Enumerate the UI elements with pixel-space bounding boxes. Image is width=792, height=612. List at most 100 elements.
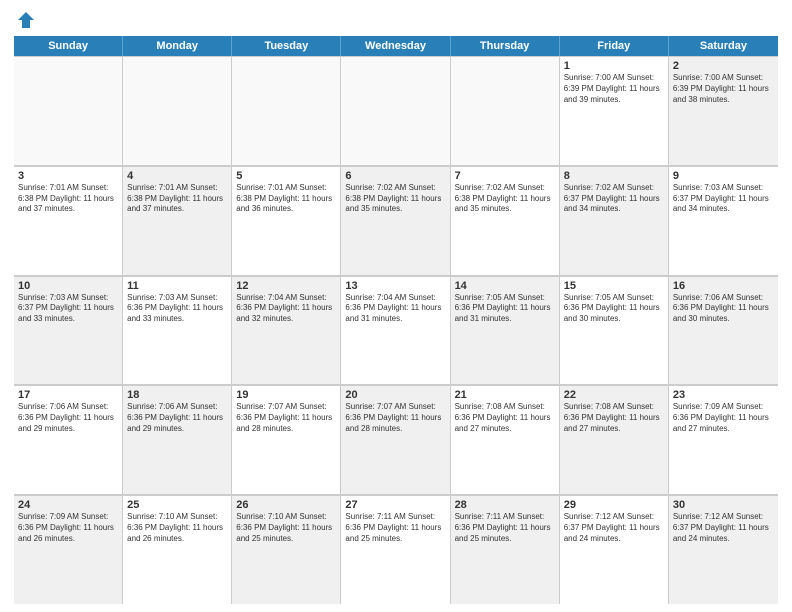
- day-number: 22: [564, 389, 664, 401]
- calendar-row-0: 1Sunrise: 7:00 AM Sunset: 6:39 PM Daylig…: [14, 56, 778, 166]
- empty-cell-0-3: [341, 56, 450, 165]
- logo: [14, 10, 38, 30]
- day-info: Sunrise: 7:04 AM Sunset: 6:36 PM Dayligh…: [345, 293, 445, 325]
- day-number: 14: [455, 280, 555, 292]
- day-cell-5: 5Sunrise: 7:01 AM Sunset: 6:38 PM Daylig…: [232, 166, 341, 275]
- day-cell-12: 12Sunrise: 7:04 AM Sunset: 6:36 PM Dayli…: [232, 276, 341, 385]
- day-cell-18: 18Sunrise: 7:06 AM Sunset: 6:36 PM Dayli…: [123, 385, 232, 494]
- day-info: Sunrise: 7:10 AM Sunset: 6:36 PM Dayligh…: [236, 512, 336, 544]
- day-number: 4: [127, 170, 227, 182]
- day-number: 13: [345, 280, 445, 292]
- day-number: 11: [127, 280, 227, 292]
- day-info: Sunrise: 7:03 AM Sunset: 6:36 PM Dayligh…: [127, 293, 227, 325]
- day-cell-23: 23Sunrise: 7:09 AM Sunset: 6:36 PM Dayli…: [669, 385, 778, 494]
- day-number: 23: [673, 389, 774, 401]
- logo-area: [14, 10, 38, 30]
- day-cell-11: 11Sunrise: 7:03 AM Sunset: 6:36 PM Dayli…: [123, 276, 232, 385]
- day-info: Sunrise: 7:12 AM Sunset: 6:37 PM Dayligh…: [673, 512, 774, 544]
- empty-cell-0-1: [123, 56, 232, 165]
- empty-cell-0-2: [232, 56, 341, 165]
- day-number: 19: [236, 389, 336, 401]
- day-number: 3: [18, 170, 118, 182]
- day-info: Sunrise: 7:00 AM Sunset: 6:39 PM Dayligh…: [564, 73, 664, 105]
- weekday-header-saturday: Saturday: [669, 36, 778, 56]
- day-cell-6: 6Sunrise: 7:02 AM Sunset: 6:38 PM Daylig…: [341, 166, 450, 275]
- day-cell-2: 2Sunrise: 7:00 AM Sunset: 6:39 PM Daylig…: [669, 56, 778, 165]
- day-info: Sunrise: 7:01 AM Sunset: 6:38 PM Dayligh…: [127, 183, 227, 215]
- day-number: 21: [455, 389, 555, 401]
- weekday-header-monday: Monday: [123, 36, 232, 56]
- day-info: Sunrise: 7:03 AM Sunset: 6:37 PM Dayligh…: [673, 183, 774, 215]
- day-number: 9: [673, 170, 774, 182]
- day-cell-27: 27Sunrise: 7:11 AM Sunset: 6:36 PM Dayli…: [341, 495, 450, 604]
- weekday-header-tuesday: Tuesday: [232, 36, 341, 56]
- day-info: Sunrise: 7:02 AM Sunset: 6:38 PM Dayligh…: [345, 183, 445, 215]
- calendar-row-4: 24Sunrise: 7:09 AM Sunset: 6:36 PM Dayli…: [14, 495, 778, 604]
- day-info: Sunrise: 7:05 AM Sunset: 6:36 PM Dayligh…: [455, 293, 555, 325]
- day-number: 15: [564, 280, 664, 292]
- day-cell-30: 30Sunrise: 7:12 AM Sunset: 6:37 PM Dayli…: [669, 495, 778, 604]
- weekday-header-sunday: Sunday: [14, 36, 123, 56]
- day-number: 16: [673, 280, 774, 292]
- day-cell-24: 24Sunrise: 7:09 AM Sunset: 6:36 PM Dayli…: [14, 495, 123, 604]
- day-number: 5: [236, 170, 336, 182]
- day-number: 25: [127, 499, 227, 511]
- day-info: Sunrise: 7:07 AM Sunset: 6:36 PM Dayligh…: [345, 402, 445, 434]
- page: SundayMondayTuesdayWednesdayThursdayFrid…: [0, 0, 792, 612]
- day-cell-26: 26Sunrise: 7:10 AM Sunset: 6:36 PM Dayli…: [232, 495, 341, 604]
- day-cell-3: 3Sunrise: 7:01 AM Sunset: 6:38 PM Daylig…: [14, 166, 123, 275]
- day-number: 30: [673, 499, 774, 511]
- day-info: Sunrise: 7:02 AM Sunset: 6:37 PM Dayligh…: [564, 183, 664, 215]
- header: [14, 10, 778, 30]
- calendar: SundayMondayTuesdayWednesdayThursdayFrid…: [14, 36, 778, 604]
- day-cell-29: 29Sunrise: 7:12 AM Sunset: 6:37 PM Dayli…: [560, 495, 669, 604]
- day-info: Sunrise: 7:05 AM Sunset: 6:36 PM Dayligh…: [564, 293, 664, 325]
- day-number: 1: [564, 60, 664, 72]
- day-number: 17: [18, 389, 118, 401]
- day-cell-1: 1Sunrise: 7:00 AM Sunset: 6:39 PM Daylig…: [560, 56, 669, 165]
- day-number: 6: [345, 170, 445, 182]
- weekday-header-friday: Friday: [560, 36, 669, 56]
- weekday-header-wednesday: Wednesday: [341, 36, 450, 56]
- day-cell-14: 14Sunrise: 7:05 AM Sunset: 6:36 PM Dayli…: [451, 276, 560, 385]
- day-cell-4: 4Sunrise: 7:01 AM Sunset: 6:38 PM Daylig…: [123, 166, 232, 275]
- day-info: Sunrise: 7:07 AM Sunset: 6:36 PM Dayligh…: [236, 402, 336, 434]
- day-cell-10: 10Sunrise: 7:03 AM Sunset: 6:37 PM Dayli…: [14, 276, 123, 385]
- day-cell-28: 28Sunrise: 7:11 AM Sunset: 6:36 PM Dayli…: [451, 495, 560, 604]
- day-info: Sunrise: 7:06 AM Sunset: 6:36 PM Dayligh…: [127, 402, 227, 434]
- logo-icon: [16, 10, 36, 30]
- day-cell-19: 19Sunrise: 7:07 AM Sunset: 6:36 PM Dayli…: [232, 385, 341, 494]
- day-cell-9: 9Sunrise: 7:03 AM Sunset: 6:37 PM Daylig…: [669, 166, 778, 275]
- day-cell-17: 17Sunrise: 7:06 AM Sunset: 6:36 PM Dayli…: [14, 385, 123, 494]
- day-info: Sunrise: 7:08 AM Sunset: 6:36 PM Dayligh…: [564, 402, 664, 434]
- empty-cell-0-4: [451, 56, 560, 165]
- day-cell-16: 16Sunrise: 7:06 AM Sunset: 6:36 PM Dayli…: [669, 276, 778, 385]
- day-info: Sunrise: 7:00 AM Sunset: 6:39 PM Dayligh…: [673, 73, 774, 105]
- calendar-header: SundayMondayTuesdayWednesdayThursdayFrid…: [14, 36, 778, 56]
- day-cell-7: 7Sunrise: 7:02 AM Sunset: 6:38 PM Daylig…: [451, 166, 560, 275]
- day-number: 20: [345, 389, 445, 401]
- day-cell-22: 22Sunrise: 7:08 AM Sunset: 6:36 PM Dayli…: [560, 385, 669, 494]
- day-number: 8: [564, 170, 664, 182]
- day-cell-15: 15Sunrise: 7:05 AM Sunset: 6:36 PM Dayli…: [560, 276, 669, 385]
- day-info: Sunrise: 7:10 AM Sunset: 6:36 PM Dayligh…: [127, 512, 227, 544]
- weekday-header-thursday: Thursday: [451, 36, 560, 56]
- day-number: 18: [127, 389, 227, 401]
- day-cell-8: 8Sunrise: 7:02 AM Sunset: 6:37 PM Daylig…: [560, 166, 669, 275]
- calendar-body: 1Sunrise: 7:00 AM Sunset: 6:39 PM Daylig…: [14, 56, 778, 604]
- day-info: Sunrise: 7:01 AM Sunset: 6:38 PM Dayligh…: [236, 183, 336, 215]
- day-number: 24: [18, 499, 118, 511]
- day-cell-13: 13Sunrise: 7:04 AM Sunset: 6:36 PM Dayli…: [341, 276, 450, 385]
- day-number: 12: [236, 280, 336, 292]
- calendar-row-2: 10Sunrise: 7:03 AM Sunset: 6:37 PM Dayli…: [14, 276, 778, 386]
- day-number: 28: [455, 499, 555, 511]
- day-info: Sunrise: 7:09 AM Sunset: 6:36 PM Dayligh…: [673, 402, 774, 434]
- day-info: Sunrise: 7:08 AM Sunset: 6:36 PM Dayligh…: [455, 402, 555, 434]
- day-info: Sunrise: 7:09 AM Sunset: 6:36 PM Dayligh…: [18, 512, 118, 544]
- day-info: Sunrise: 7:04 AM Sunset: 6:36 PM Dayligh…: [236, 293, 336, 325]
- day-number: 27: [345, 499, 445, 511]
- day-info: Sunrise: 7:06 AM Sunset: 6:36 PM Dayligh…: [18, 402, 118, 434]
- day-info: Sunrise: 7:11 AM Sunset: 6:36 PM Dayligh…: [345, 512, 445, 544]
- day-info: Sunrise: 7:01 AM Sunset: 6:38 PM Dayligh…: [18, 183, 118, 215]
- day-info: Sunrise: 7:06 AM Sunset: 6:36 PM Dayligh…: [673, 293, 774, 325]
